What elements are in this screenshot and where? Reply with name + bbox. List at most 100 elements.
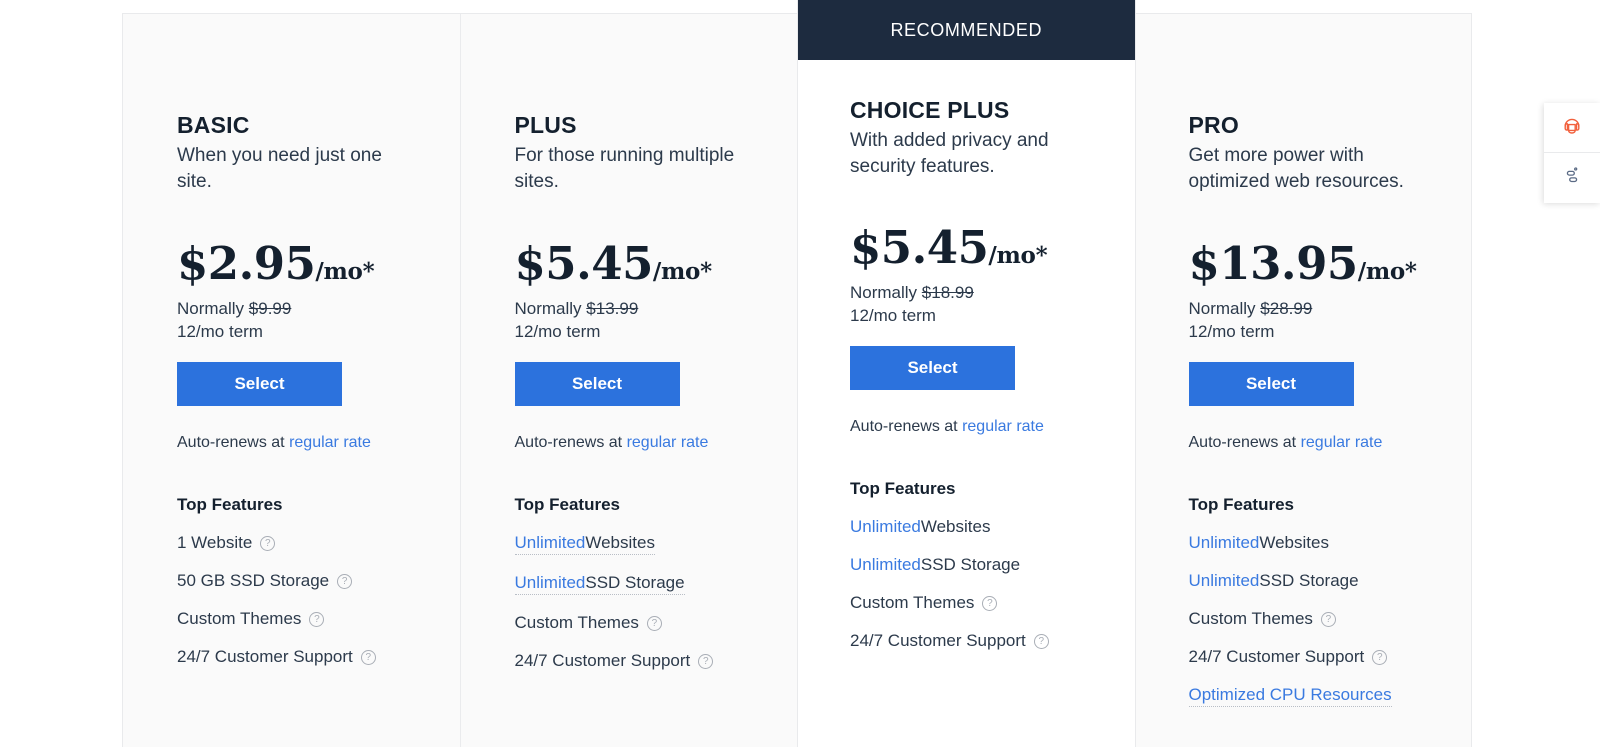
normally-struck-price: $13.99	[586, 299, 639, 318]
feature-item[interactable]: 24/7 Customer Support	[850, 631, 1111, 651]
normally-price: Normally $28.99	[1189, 299, 1448, 319]
plan-name: BASIC	[177, 112, 250, 138]
features-section: Top Features Unlimited Websites Unlimited …	[850, 479, 1111, 651]
feature-item[interactable]: Custom Themes	[1189, 609, 1448, 629]
features-section: Top Features Unlimited Websites Unlimited …	[1188, 495, 1448, 707]
feature-label: 24/7 Customer Support	[514, 651, 691, 670]
feature-item[interactable]: Custom Themes	[850, 593, 1111, 613]
feature-highlight: Unlimited	[514, 573, 586, 592]
price-period: /mo*	[315, 258, 375, 285]
feature-label: Custom Themes	[514, 613, 639, 632]
feature-item[interactable]: 24/7 Customer Support	[515, 651, 774, 671]
ribbon-spacer	[461, 14, 798, 74]
support-agent-icon	[1560, 113, 1584, 142]
term-label: 12/mo term	[177, 322, 263, 341]
select-button[interactable]: Select	[850, 346, 1015, 390]
autorenew-prefix: Auto-renews at	[514, 434, 627, 451]
help-icon[interactable]	[698, 653, 714, 669]
plan-tagline: When you need just one site.	[177, 145, 382, 192]
term-label: 12/mo term	[514, 322, 601, 341]
sliders-tab[interactable]	[1544, 153, 1600, 203]
autorenew-prefix: Auto-renews at	[1188, 434, 1301, 451]
help-icon[interactable]	[1320, 611, 1336, 627]
feature-item[interactable]: Custom Themes	[177, 609, 436, 629]
normally-label: Normally	[514, 299, 582, 318]
normally-price: Normally $13.99	[515, 299, 774, 319]
help-icon[interactable]	[1033, 633, 1049, 649]
recommended-ribbon: RECOMMENDED	[798, 0, 1135, 60]
autorenew-note: Auto-renews at regular rate	[515, 434, 774, 452]
features-section: Top Features 1 Website 50 GB SSD Storage Cu…	[177, 495, 436, 667]
term-label: 12/mo term	[1188, 322, 1275, 341]
feature-label: 1 Website	[177, 533, 253, 552]
feature-label: Custom Themes	[177, 609, 302, 628]
autorenew-note: Auto-renews at regular rate	[1189, 434, 1448, 452]
feature-item[interactable]: Unlimited SSD Storage	[514, 573, 685, 595]
feature-item[interactable]: 24/7 Customer Support	[1189, 647, 1448, 667]
feature-label: Custom Themes	[850, 593, 975, 612]
feature-item[interactable]: Custom Themes	[515, 613, 774, 633]
help-icon[interactable]	[982, 595, 998, 611]
normally-label: Normally	[177, 299, 245, 318]
feature-label: SSD Storage	[585, 573, 685, 592]
plan-card-basic: BASIC When you need just one site. $2.95/m…	[123, 14, 461, 747]
feature-label: Optimized CPU Resources	[1188, 685, 1392, 704]
plan-tagline: With added privacy and security features…	[850, 130, 1049, 177]
feature-label: Custom Themes	[1188, 609, 1313, 628]
regular-rate-link[interactable]: regular rate	[1301, 434, 1383, 451]
plan-price: $5.45/mo*	[850, 225, 1111, 270]
help-icon[interactable]	[309, 611, 325, 627]
help-icon[interactable]	[1372, 649, 1388, 665]
feature-label: 24/7 Customer Support	[177, 647, 353, 666]
ribbon-spacer	[123, 14, 460, 74]
ribbon-spacer	[1135, 14, 1472, 74]
term-label: 12/mo term	[850, 306, 936, 325]
normally-price: Normally $9.99	[177, 299, 436, 319]
price-block: $5.45/mo* Normally $13.99 12/mo term	[515, 241, 774, 342]
support-agent-tab[interactable]	[1544, 103, 1600, 153]
price-period: /mo*	[988, 242, 1048, 269]
select-button[interactable]: Select	[1188, 362, 1354, 406]
feature-item[interactable]: Optimized CPU Resources	[1188, 685, 1392, 707]
price-block: $2.95/mo* Normally $9.99 12/mo term	[177, 241, 436, 342]
normally-struck-price: $28.99	[1260, 299, 1313, 318]
feature-label: SSD Storage	[1259, 571, 1359, 590]
feature-item: Unlimited Websites	[1189, 533, 1448, 553]
price-period: /mo*	[1357, 258, 1417, 285]
regular-rate-link[interactable]: regular rate	[289, 434, 371, 451]
plan-price: $2.95/mo*	[177, 241, 436, 286]
normally-struck-price: $18.99	[921, 283, 974, 302]
regular-rate-link[interactable]: regular rate	[627, 434, 709, 451]
feature-label: 24/7 Customer Support	[1188, 647, 1365, 666]
feature-item[interactable]: 1 Website	[177, 533, 436, 553]
pricing-table: BASIC When you need just one site. $2.95/m…	[122, 0, 1472, 747]
features-title: Top Features	[850, 479, 956, 498]
feature-label: 50 GB SSD Storage	[177, 571, 330, 590]
feature-item[interactable]: 50 GB SSD Storage	[177, 571, 436, 591]
feature-item[interactable]: 24/7 Customer Support	[177, 647, 436, 667]
feature-label: Websites	[585, 533, 655, 552]
help-icon[interactable]	[360, 649, 376, 665]
price-block: $13.95/mo* Normally $28.99 12/mo term	[1189, 241, 1448, 342]
feature-label: 24/7 Customer Support	[850, 631, 1026, 650]
feature-item: Unlimited SSD Storage	[850, 555, 1111, 575]
autorenew-note: Auto-renews at regular rate	[177, 434, 436, 452]
autorenew-prefix: Auto-renews at	[177, 434, 290, 451]
feature-item[interactable]: Unlimited Websites	[514, 533, 655, 555]
normally-label: Normally	[850, 283, 918, 302]
plan-name: CHOICE PLUS	[850, 97, 1010, 123]
price-period: /mo*	[652, 258, 712, 285]
select-button[interactable]: Select	[514, 362, 680, 406]
features-title: Top Features	[514, 495, 620, 514]
feature-highlight: Unlimited	[1188, 533, 1260, 552]
help-icon[interactable]	[646, 615, 662, 631]
help-icon[interactable]	[260, 535, 276, 551]
plan-body: PRO Get more power with optimized web res…	[1135, 112, 1472, 707]
help-icon[interactable]	[337, 573, 353, 589]
price-block: $5.45/mo* Normally $18.99 12/mo term	[850, 225, 1111, 326]
plan-card-choice-plus: RECOMMENDED CHOICE PLUS With added privacy…	[798, 0, 1135, 747]
select-button[interactable]: Select	[177, 362, 342, 406]
regular-rate-link[interactable]: regular rate	[962, 418, 1044, 435]
price-amount: $2.95	[177, 237, 316, 290]
normally-price: Normally $18.99	[850, 283, 1111, 303]
